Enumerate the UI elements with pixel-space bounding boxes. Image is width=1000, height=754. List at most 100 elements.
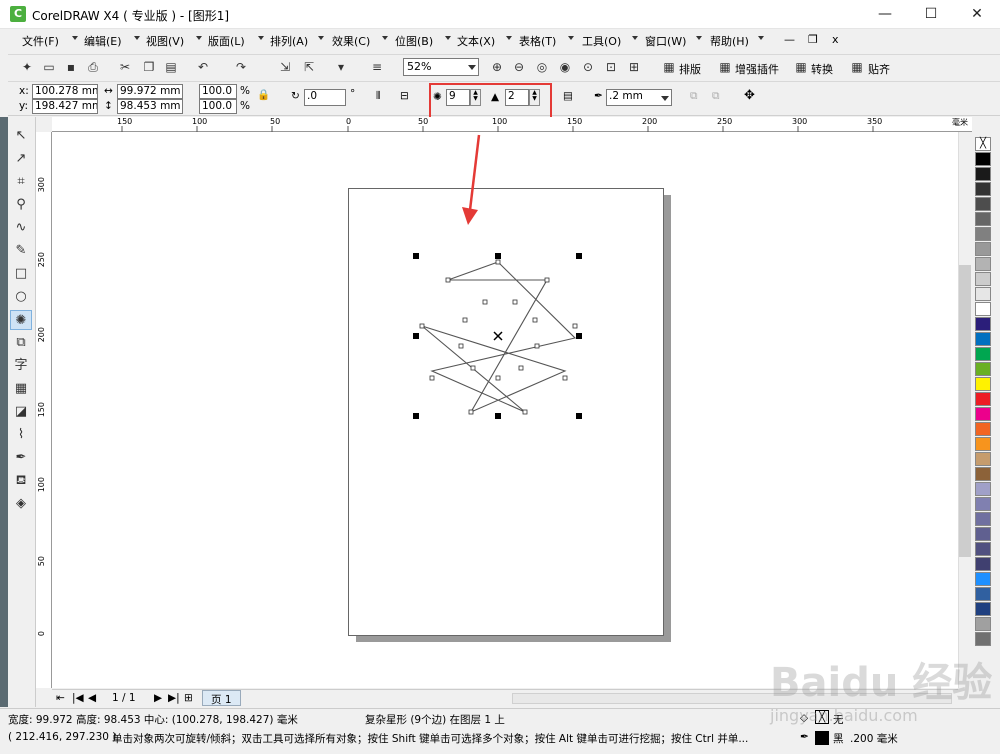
- close-button[interactable]: ✕: [954, 0, 1000, 29]
- color-swatch[interactable]: [975, 527, 991, 541]
- text-tool-icon[interactable]: 字: [10, 356, 32, 376]
- minimize-button[interactable]: —: [862, 0, 908, 29]
- color-swatch[interactable]: [975, 422, 991, 436]
- color-swatch[interactable]: [975, 167, 991, 181]
- convert-plugin-icon[interactable]: ▦: [792, 59, 810, 75]
- zoom-all-icon[interactable]: ◉: [556, 59, 574, 75]
- color-swatch[interactable]: [975, 317, 991, 331]
- color-swatch[interactable]: [975, 542, 991, 556]
- ellipse-tool-icon[interactable]: ○: [10, 287, 32, 307]
- layout-plugin-icon[interactable]: ▦: [660, 59, 678, 75]
- star-node[interactable]: [518, 365, 524, 371]
- table-tool-icon[interactable]: ▦: [10, 379, 32, 399]
- menu-effects[interactable]: 效果(C): [332, 33, 370, 49]
- x-position-field[interactable]: 100.278 mm: [32, 84, 98, 99]
- color-swatch[interactable]: [975, 602, 991, 616]
- new-document-icon[interactable]: ✦: [18, 59, 36, 75]
- doc-minimize-button[interactable]: —: [784, 33, 795, 46]
- star-node[interactable]: [462, 317, 468, 323]
- application-launcher-icon[interactable]: ▾: [332, 59, 350, 75]
- color-swatch[interactable]: [975, 152, 991, 166]
- vertical-scrollbar-thumb[interactable]: [959, 265, 971, 557]
- color-swatch[interactable]: [975, 197, 991, 211]
- zoom-in-icon[interactable]: ⊕: [488, 59, 506, 75]
- star-node[interactable]: [458, 343, 464, 349]
- enhance-plugin-button[interactable]: 增强插件: [735, 61, 779, 77]
- star-node[interactable]: [470, 365, 476, 371]
- menu-tools[interactable]: 工具(O): [582, 33, 621, 49]
- convert-to-curves-icon[interactable]: ✥: [744, 88, 755, 103]
- complex-star-shape[interactable]: [405, 246, 591, 428]
- color-swatch[interactable]: [975, 632, 991, 646]
- star-node[interactable]: [495, 375, 501, 381]
- color-swatch[interactable]: [975, 362, 991, 376]
- copy-icon[interactable]: ❐: [140, 59, 158, 75]
- outline-tool-icon[interactable]: ✒: [10, 448, 32, 468]
- selection-handle[interactable]: [576, 413, 582, 419]
- zoom-height-icon[interactable]: ⊞: [625, 59, 643, 75]
- star-node[interactable]: [468, 409, 474, 415]
- star-node[interactable]: [572, 323, 578, 329]
- color-swatch[interactable]: [975, 242, 991, 256]
- layout-plugin-button[interactable]: 排版: [679, 61, 701, 77]
- scale-y-field[interactable]: 100.0: [199, 99, 237, 114]
- color-swatch[interactable]: [975, 212, 991, 226]
- menu-edit[interactable]: 编辑(E): [84, 33, 122, 49]
- star-node[interactable]: [534, 343, 540, 349]
- interactive-blend-tool-icon[interactable]: ◪: [10, 402, 32, 422]
- to-back-icon[interactable]: ⧉: [712, 90, 720, 103]
- star-node[interactable]: [512, 299, 518, 305]
- page-last-icon[interactable]: ▶|: [168, 692, 180, 704]
- star-node[interactable]: [419, 323, 425, 329]
- zoom-out-icon[interactable]: ⊖: [510, 59, 528, 75]
- page-tab[interactable]: 页 1: [202, 690, 241, 706]
- no-color-swatch[interactable]: ╳: [975, 137, 991, 151]
- enhance-plugin-icon[interactable]: ▦: [716, 59, 734, 75]
- color-swatch[interactable]: [975, 302, 991, 316]
- menu-view[interactable]: 视图(V): [146, 33, 184, 49]
- freehand-tool-icon[interactable]: ∿: [10, 218, 32, 238]
- star-node[interactable]: [544, 277, 550, 283]
- selection-handle[interactable]: [413, 253, 419, 259]
- star-node[interactable]: [562, 375, 568, 381]
- zoom-selected-icon[interactable]: ◎: [533, 59, 551, 75]
- rotation-angle-field[interactable]: .0: [304, 89, 346, 106]
- color-swatch[interactable]: [975, 497, 991, 511]
- star-node[interactable]: [482, 299, 488, 305]
- snap-button[interactable]: 贴齐: [868, 61, 890, 77]
- color-swatch[interactable]: [975, 227, 991, 241]
- menu-arrange[interactable]: 排列(A): [270, 33, 308, 49]
- undo-icon[interactable]: ↶: [194, 59, 212, 75]
- selection-handle[interactable]: [495, 413, 501, 419]
- to-front-icon[interactable]: ⧉: [690, 90, 698, 103]
- outline-width-select[interactable]: .2 mm: [606, 89, 672, 106]
- import-icon[interactable]: ⇲: [276, 59, 294, 75]
- export-icon[interactable]: ⇱: [300, 59, 318, 75]
- color-swatch[interactable]: [975, 347, 991, 361]
- width-field[interactable]: 99.972 mm: [117, 84, 183, 99]
- height-field[interactable]: 98.453 mm: [117, 99, 183, 114]
- color-swatch[interactable]: [975, 377, 991, 391]
- paste-icon[interactable]: ▤: [162, 59, 180, 75]
- color-swatch[interactable]: [975, 332, 991, 346]
- scale-x-field[interactable]: 100.0: [199, 84, 237, 99]
- star-node[interactable]: [445, 277, 451, 283]
- add-page-icon[interactable]: ⊞: [184, 692, 193, 704]
- star-tool-icon[interactable]: ✺: [10, 310, 32, 330]
- lock-ratio-icon[interactable]: 🔒: [257, 88, 270, 101]
- color-swatch[interactable]: [975, 482, 991, 496]
- wrap-text-icon[interactable]: ▤: [563, 90, 573, 102]
- zoom-tool-icon[interactable]: ⚲: [10, 195, 32, 215]
- fill-tool-icon[interactable]: ⛾: [10, 471, 32, 491]
- mirror-horizontal-icon[interactable]: ⫴: [376, 90, 380, 103]
- cut-icon[interactable]: ✂: [116, 59, 134, 75]
- selection-handle[interactable]: [413, 333, 419, 339]
- zoom-page-icon[interactable]: ⊙: [579, 59, 597, 75]
- color-swatch[interactable]: [975, 407, 991, 421]
- print-icon[interactable]: ⎙: [84, 59, 102, 75]
- selection-handle[interactable]: [413, 413, 419, 419]
- rectangle-tool-icon[interactable]: □: [10, 264, 32, 284]
- color-swatch[interactable]: [975, 587, 991, 601]
- color-swatch[interactable]: [975, 437, 991, 451]
- selection-handle[interactable]: [495, 253, 501, 259]
